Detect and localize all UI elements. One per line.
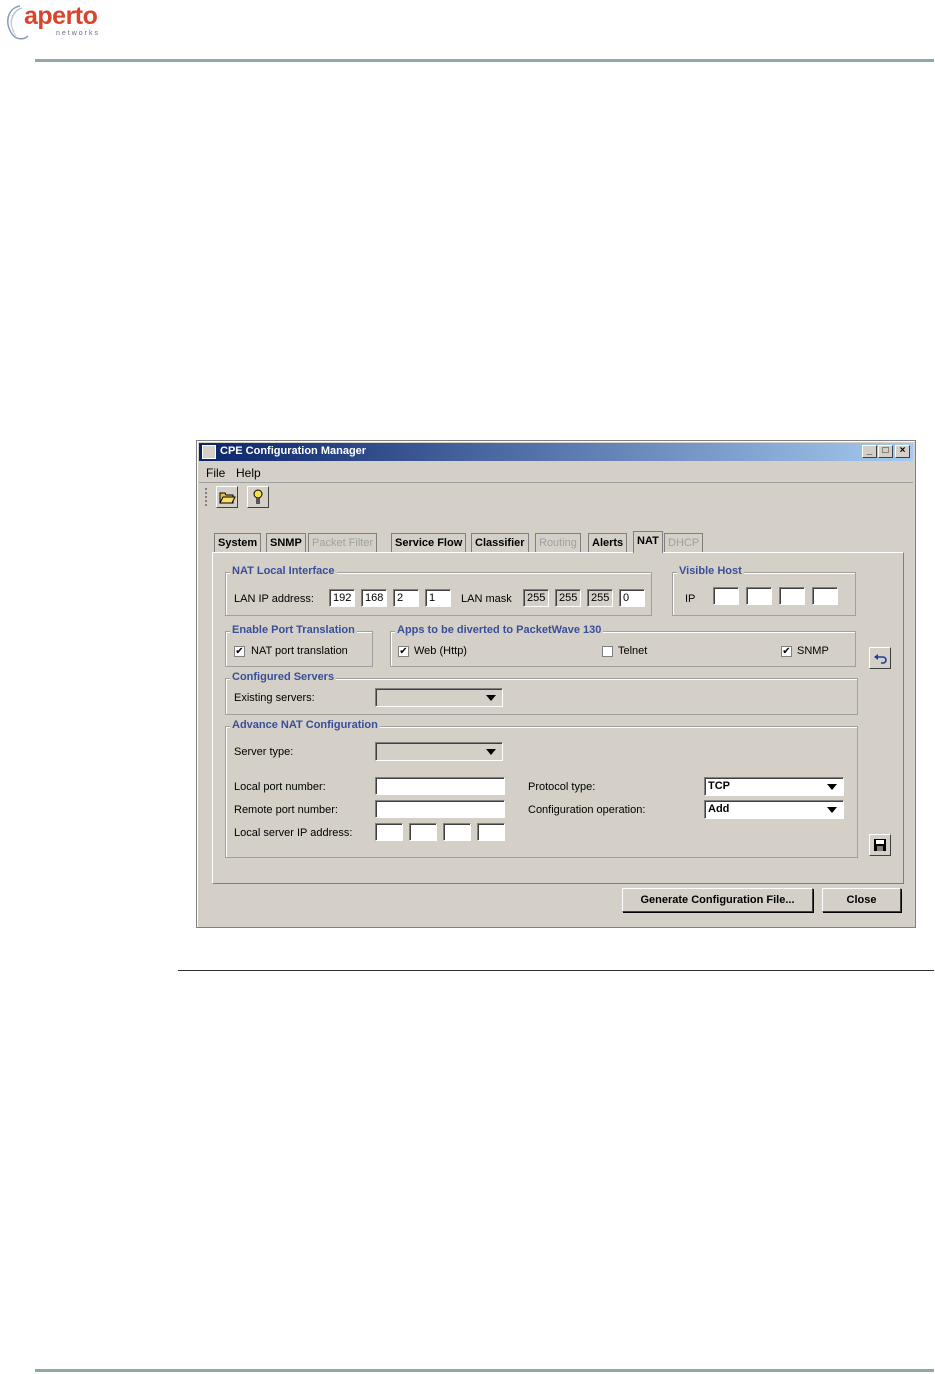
local-server-ip-octet-3[interactable] <box>443 823 471 841</box>
lan-ip-octet-2[interactable]: 168 <box>361 589 387 607</box>
visible-host-title: Visible Host <box>677 565 744 577</box>
protocol-type-label: Protocol type: <box>528 781 596 793</box>
apps-diverted-title: Apps to be diverted to PacketWave 130 <box>395 624 604 636</box>
visible-host-group: Visible Host IP <box>672 565 856 616</box>
title-bar[interactable]: CPE Configuration Manager _ □ × <box>199 443 913 461</box>
tab-snmp[interactable]: SNMP <box>266 533 306 552</box>
app-icon <box>202 445 216 459</box>
protocol-type-value: TCP <box>708 780 730 792</box>
tab-alerts[interactable]: Alerts <box>588 533 628 552</box>
server-type-label: Server type: <box>234 746 294 758</box>
visible-host-ip-octet-2[interactable] <box>746 587 772 605</box>
lan-ip-octet-1[interactable]: 192 <box>329 589 355 607</box>
close-window-button[interactable]: × <box>895 445 910 458</box>
advance-nat-title: Advance NAT Configuration <box>230 719 380 731</box>
menu-help[interactable]: Help <box>236 466 261 480</box>
visible-host-ip-octet-3[interactable] <box>779 587 805 605</box>
logo-subtext: networks <box>56 30 101 37</box>
enable-port-translation-group: Enable Port Translation ✔ NAT port trans… <box>225 624 373 667</box>
wizard-icon <box>253 489 263 504</box>
local-port-input[interactable] <box>375 777 505 795</box>
menu-bar: File Help <box>199 463 913 483</box>
remote-port-label: Remote port number: <box>234 804 338 816</box>
existing-servers-label: Existing servers: <box>234 692 315 704</box>
maximize-button[interactable]: □ <box>878 445 893 458</box>
save-button[interactable] <box>869 834 891 856</box>
cpe-config-window: CPE Configuration Manager _ □ × File Hel… <box>196 440 916 928</box>
telnet-label: Telnet <box>618 645 648 657</box>
chevron-down-icon <box>827 784 837 790</box>
snmp-checkbox[interactable]: ✔ <box>781 646 792 657</box>
window-title: CPE Configuration Manager <box>220 445 367 457</box>
wizard-button[interactable] <box>247 486 269 508</box>
save-disk-icon <box>874 839 886 851</box>
nat-port-translation-checkbox[interactable]: ✔ <box>234 646 245 657</box>
lan-ip-octet-3[interactable]: 2 <box>393 589 419 607</box>
local-server-ip-label: Local server IP address: <box>234 827 353 839</box>
undo-button[interactable] <box>869 647 891 669</box>
apps-diverted-group: Apps to be diverted to PacketWave 130 ✔ … <box>390 624 856 667</box>
nat-local-interface-title: NAT Local Interface <box>230 565 337 577</box>
lan-mask-octet-1[interactable]: 255 <box>523 589 549 607</box>
toolbar <box>199 484 913 510</box>
local-server-ip-octet-1[interactable] <box>375 823 403 841</box>
protocol-type-dropdown[interactable]: TCP <box>704 777 844 796</box>
config-operation-dropdown[interactable]: Add <box>704 800 844 819</box>
visible-host-ip-octet-1[interactable] <box>713 587 739 605</box>
lan-mask-label: LAN mask <box>461 593 512 605</box>
enable-port-translation-title: Enable Port Translation <box>230 624 357 636</box>
existing-servers-dropdown[interactable] <box>375 688 503 707</box>
open-folder-icon <box>219 492 236 504</box>
advance-nat-group: Advance NAT Configuration Server type: L… <box>225 719 858 858</box>
tab-system[interactable]: System <box>214 533 262 552</box>
config-operation-value: Add <box>708 803 730 815</box>
nat-port-translation-label: NAT port translation <box>251 645 348 657</box>
tab-dhcp[interactable]: DHCP <box>664 533 704 552</box>
web-http-label: Web (Http) <box>414 645 467 657</box>
footer-rule <box>35 1369 934 1372</box>
telnet-checkbox[interactable] <box>602 646 613 657</box>
tab-packet-filter[interactable]: Packet Filter <box>308 533 378 552</box>
lan-mask-octet-3[interactable]: 255 <box>587 589 613 607</box>
chevron-down-icon <box>827 807 837 813</box>
snmp-label: SNMP <box>797 645 829 657</box>
nat-tab-panel: NAT Local Interface LAN IP address: 192 … <box>212 552 904 884</box>
configured-servers-title: Configured Servers <box>230 671 337 683</box>
local-server-ip-octet-4[interactable] <box>477 823 505 841</box>
lan-mask-octet-2[interactable]: 255 <box>555 589 581 607</box>
chevron-down-icon <box>486 749 496 755</box>
web-http-checkbox[interactable]: ✔ <box>398 646 409 657</box>
local-port-label: Local port number: <box>234 781 326 793</box>
config-operation-label: Configuration operation: <box>528 804 646 816</box>
generate-config-button[interactable]: Generate Configuration File... <box>622 888 813 912</box>
lan-mask-octet-4[interactable]: 0 <box>619 589 645 607</box>
undo-icon <box>874 654 887 664</box>
visible-host-ip-label: IP <box>685 593 696 605</box>
logo-text: aperto <box>24 2 98 30</box>
toolbar-grip[interactable] <box>205 488 209 506</box>
tab-nat[interactable]: NAT <box>633 531 663 553</box>
local-server-ip-octet-2[interactable] <box>409 823 437 841</box>
visible-host-ip-octet-4[interactable] <box>812 587 838 605</box>
configured-servers-group: Configured Servers Existing servers: <box>225 671 858 715</box>
section-rule <box>178 970 934 971</box>
minimize-button[interactable]: _ <box>862 445 877 458</box>
chevron-down-icon <box>486 695 496 701</box>
close-button[interactable]: Close <box>822 888 901 912</box>
menu-file[interactable]: File <box>206 466 225 480</box>
nat-local-interface-group: NAT Local Interface LAN IP address: 192 … <box>225 565 652 616</box>
remote-port-input[interactable] <box>375 800 505 818</box>
tab-service-flow[interactable]: Service Flow <box>391 533 467 552</box>
server-type-dropdown[interactable] <box>375 742 503 761</box>
header-rule <box>35 59 934 62</box>
lan-ip-octet-4[interactable]: 1 <box>425 589 451 607</box>
tab-routing[interactable]: Routing <box>535 533 581 552</box>
aperto-logo: aperto networks <box>0 0 120 50</box>
lan-ip-label: LAN IP address: <box>234 593 314 605</box>
tab-classifier[interactable]: Classifier <box>471 533 529 552</box>
open-button[interactable] <box>216 486 238 508</box>
